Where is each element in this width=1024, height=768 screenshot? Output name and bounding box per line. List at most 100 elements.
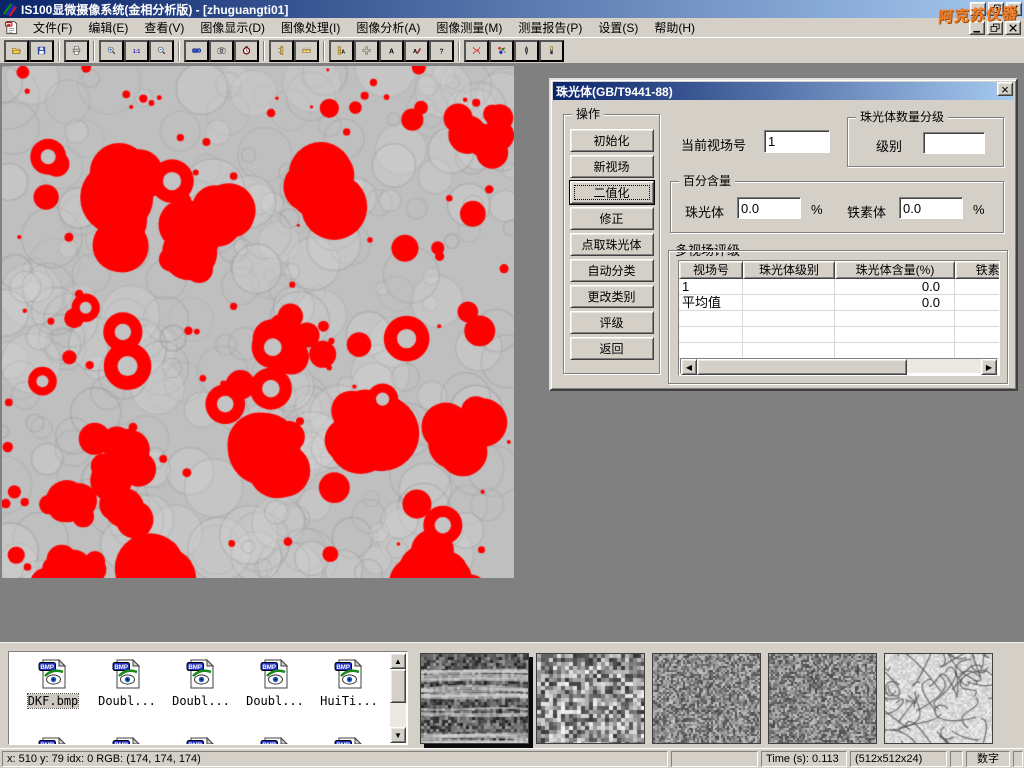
- text-edit-tool-icon[interactable]: A: [404, 40, 429, 62]
- table-row[interactable]: [679, 343, 999, 359]
- document-icon[interactable]: [4, 20, 19, 35]
- table-row[interactable]: [679, 327, 999, 343]
- minimize-button[interactable]: [970, 2, 986, 16]
- measure-text-icon[interactable]: A: [329, 40, 354, 62]
- table-row[interactable]: 平均值0.0: [679, 295, 999, 311]
- table-cell: [955, 279, 1000, 295]
- print-icon[interactable]: [64, 40, 89, 62]
- dialog-close-button[interactable]: ×: [997, 82, 1013, 96]
- file-item[interactable]: BMPDoubl...: [165, 658, 237, 708]
- grid-tool-icon[interactable]: [354, 40, 379, 62]
- menu-item[interactable]: 查看(V): [136, 17, 192, 38]
- file-item[interactable]: BMP: [313, 736, 385, 745]
- pearlite-percent-input[interactable]: [737, 197, 801, 219]
- close-button[interactable]: [1006, 2, 1022, 16]
- brush-tool-icon[interactable]: [539, 40, 564, 62]
- zoom-out-icon[interactable]: [149, 40, 174, 62]
- restore-button[interactable]: [988, 2, 1004, 16]
- status-spacer: [950, 751, 963, 767]
- mdi-restore-button[interactable]: [987, 21, 1003, 35]
- file-item[interactable]: BMP: [17, 736, 89, 745]
- one-to-one-icon[interactable]: 1:1: [124, 40, 149, 62]
- file-item[interactable]: BMPDoubl...: [91, 658, 163, 708]
- ruler-icon[interactable]: [294, 40, 319, 62]
- menu-item[interactable]: 帮助(H): [646, 17, 703, 38]
- file-item[interactable]: BMP: [165, 736, 237, 745]
- button-return[interactable]: 返回: [570, 337, 654, 360]
- table-cell: [743, 311, 835, 327]
- text-tool-icon[interactable]: A: [379, 40, 404, 62]
- scroll-left-button[interactable]: ◀: [681, 359, 697, 375]
- file-item[interactable]: BMP: [91, 736, 163, 745]
- svg-text:BMP: BMP: [114, 742, 128, 745]
- file-name: HuiTi...: [320, 694, 378, 708]
- help-icon[interactable]: ?: [429, 40, 454, 62]
- preview-thumbnail[interactable]: [536, 653, 645, 744]
- table-column-header[interactable]: 珠光体含量(%): [835, 261, 955, 279]
- menu-item[interactable]: 图像分析(A): [348, 17, 428, 38]
- video-camera-icon[interactable]: [184, 40, 209, 62]
- save-icon[interactable]: [29, 40, 54, 62]
- menu-item[interactable]: 图像显示(D): [192, 17, 273, 38]
- button-pick-pearlite[interactable]: 点取珠光体: [570, 233, 654, 256]
- operations-group-label: 操作: [572, 107, 604, 121]
- table-row[interactable]: 10.0: [679, 279, 999, 295]
- current-field-input[interactable]: [764, 130, 830, 153]
- toolbar: 1:1AAA?13: [0, 38, 1024, 64]
- svg-text:BMP: BMP: [40, 742, 54, 745]
- menu-item[interactable]: 图像处理(I): [273, 17, 348, 38]
- menu-item[interactable]: 测量报告(P): [510, 17, 590, 38]
- preview-thumbnail[interactable]: [420, 653, 529, 744]
- multiview-table[interactable]: 视场号珠光体级别珠光体含量(%)铁素体含量(%) 10.0平均值0.0 ◀ ▶: [678, 260, 1000, 376]
- table-column-header[interactable]: 视场号: [679, 261, 743, 279]
- window-title: IS100显微摄像系统(金相分析版) - [zhuguangti01]: [21, 1, 288, 18]
- menu-item[interactable]: 编辑(E): [80, 17, 136, 38]
- svg-text:A: A: [341, 49, 345, 55]
- preview-thumbnail[interactable]: [768, 653, 877, 744]
- file-item[interactable]: BMP: [239, 736, 311, 745]
- scrollbar-thumb[interactable]: [390, 669, 406, 703]
- button-grade[interactable]: 评级: [570, 311, 654, 334]
- mdi-minimize-button[interactable]: [969, 21, 985, 35]
- open-folder-icon[interactable]: [4, 40, 29, 62]
- dialog-title-bar[interactable]: 珠光体(GB/T9441-88): [553, 82, 1014, 100]
- mdi-close-button[interactable]: [1005, 21, 1021, 35]
- menu-item[interactable]: 图像测量(M): [428, 17, 510, 38]
- bottom-panel: BMPDKF.bmpBMPDoubl...BMPDoubl...BMPDoubl…: [0, 642, 1024, 748]
- scroll-up-button[interactable]: ▲: [390, 653, 406, 669]
- ferrite-percent-input[interactable]: [899, 197, 963, 219]
- button-init[interactable]: 初始化: [570, 129, 654, 152]
- button-new-field[interactable]: 新视场: [570, 155, 654, 178]
- button-binarize[interactable]: 二值化: [570, 181, 654, 204]
- file-list-scrollbar[interactable]: ▲ ▼: [390, 653, 406, 743]
- processing-time: Time (s): 0.113: [761, 751, 847, 767]
- grade-input[interactable]: [923, 132, 985, 154]
- table-row[interactable]: [679, 311, 999, 327]
- pen-tool-icon[interactable]: [514, 40, 539, 62]
- button-correct[interactable]: 修正: [570, 207, 654, 230]
- preview-thumbnail[interactable]: [652, 653, 761, 744]
- title-bar[interactable]: IS100显微摄像系统(金相分析版) - [zhuguangti01]: [0, 0, 1024, 18]
- preview-thumbnail[interactable]: [884, 653, 993, 744]
- file-item[interactable]: BMPDKF.bmp: [17, 658, 89, 708]
- metallographic-image[interactable]: [2, 66, 514, 578]
- table-column-header[interactable]: 珠光体级别: [743, 261, 835, 279]
- file-item[interactable]: BMPHuiTi...: [313, 658, 385, 708]
- zoom-in-icon[interactable]: [99, 40, 124, 62]
- file-item[interactable]: BMPDoubl...: [239, 658, 311, 708]
- scrollbar-thumb[interactable]: [697, 359, 907, 375]
- timer-clock-icon[interactable]: [234, 40, 259, 62]
- curve-tool-icon[interactable]: [464, 40, 489, 62]
- scroll-down-button[interactable]: ▼: [390, 727, 406, 743]
- table-cell: 0.0: [835, 279, 955, 295]
- button-change-class[interactable]: 更改类别: [570, 285, 654, 308]
- menu-item[interactable]: 设置(S): [590, 17, 646, 38]
- menu-item[interactable]: 文件(F): [25, 17, 80, 38]
- classify-balls-icon[interactable]: 13: [489, 40, 514, 62]
- table-column-header[interactable]: 铁素体含量(%): [955, 261, 1000, 279]
- photo-camera-icon[interactable]: [209, 40, 234, 62]
- button-auto-classify[interactable]: 自动分类: [570, 259, 654, 282]
- table-horizontal-scrollbar[interactable]: ◀ ▶: [680, 358, 998, 374]
- scroll-right-button[interactable]: ▶: [981, 359, 997, 375]
- vertical-caliper-icon[interactable]: [269, 40, 294, 62]
